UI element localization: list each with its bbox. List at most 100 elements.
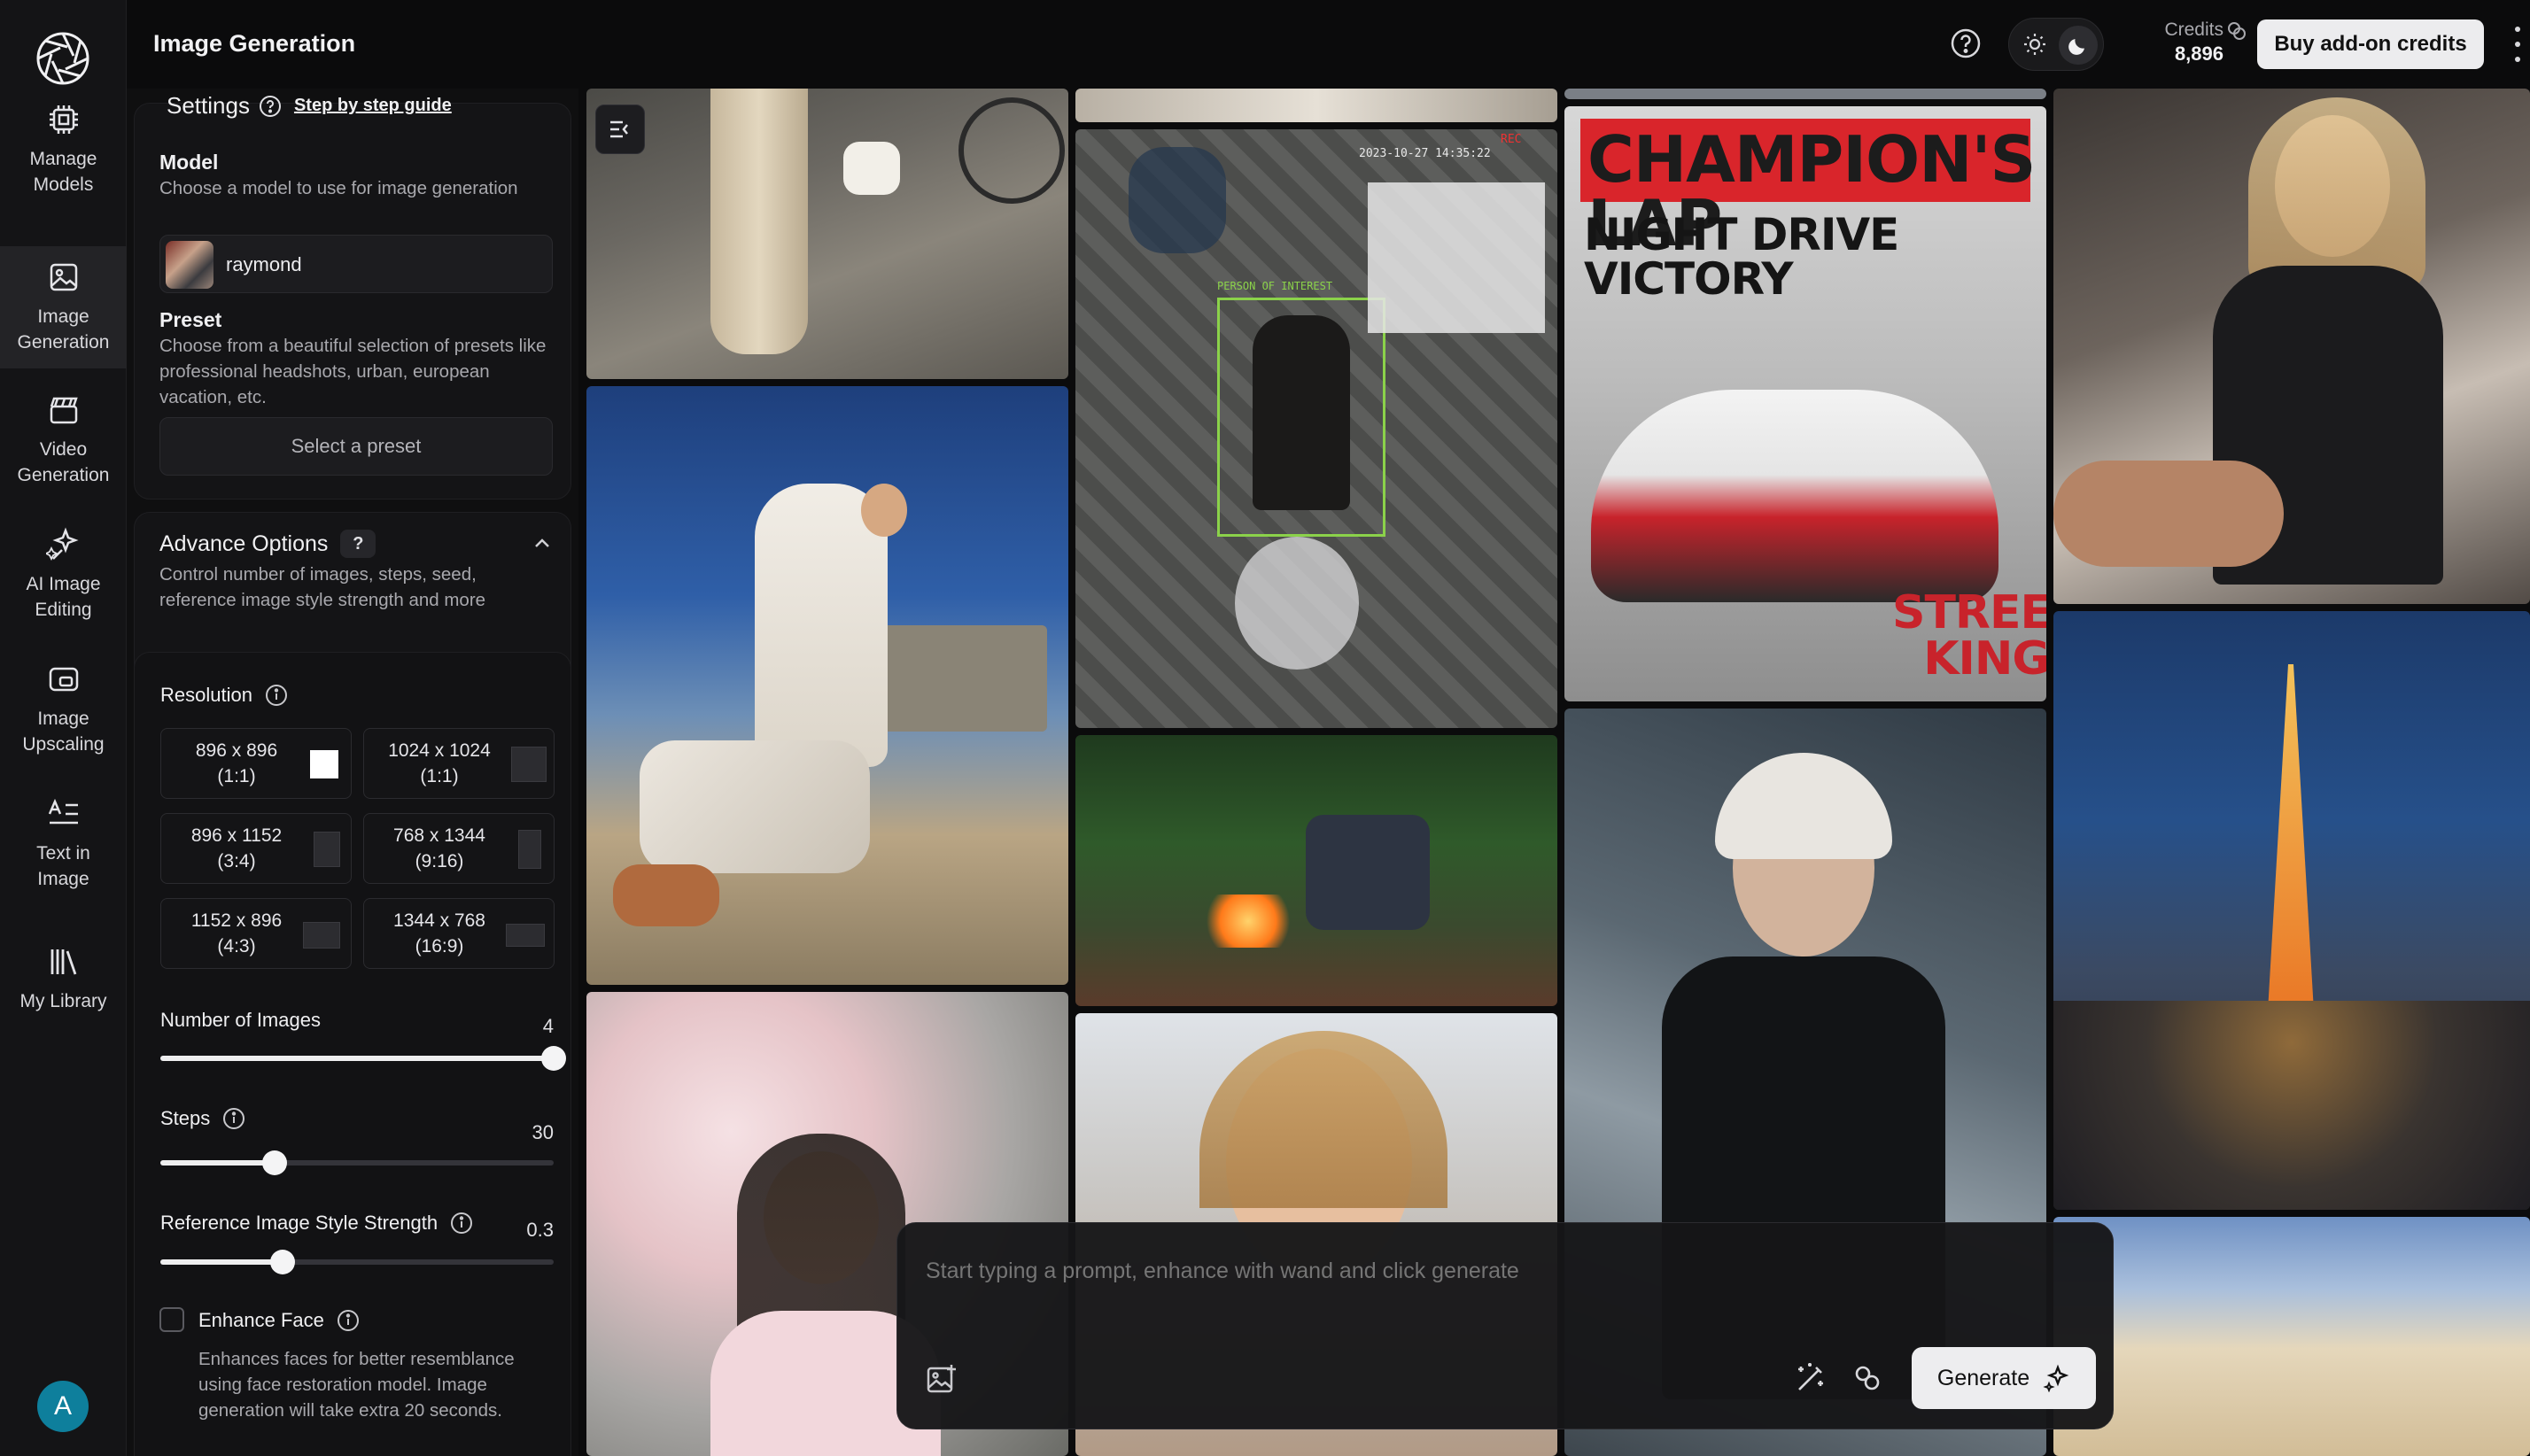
street-walk-photo[interactable]: [586, 89, 1068, 379]
aspect-preview: [314, 832, 340, 867]
resolution-option-896x1152[interactable]: 896 x 1152 (3:4): [160, 813, 352, 884]
resolution-option-label: 1024 x 1024 (1:1): [388, 740, 491, 786]
bench-fashion-photo[interactable]: [586, 386, 1068, 985]
resolution-option-label: 896 x 896 (1:1): [195, 740, 278, 786]
top-header: Image Generation Credits 8,896 Buy add-o…: [127, 0, 2530, 89]
nav-rail: Manage Models Image Generation Video Gen…: [0, 0, 127, 1456]
buy-credits-button[interactable]: Buy add-on credits: [2257, 19, 2484, 69]
sparkle-edit-icon: [45, 527, 79, 561]
magic-wand-icon[interactable]: [1792, 1359, 1829, 1397]
steps-label: Steps: [160, 1107, 211, 1129]
chevron-up-icon[interactable]: [530, 531, 555, 556]
resolution-option-label: 1344 x 768 (16:9): [393, 910, 485, 956]
advanced-options-header[interactable]: Advance Options ?: [159, 530, 376, 558]
select-preset-button[interactable]: Select a preset: [159, 417, 553, 476]
panel-toggle-button[interactable]: [595, 105, 645, 154]
link-icon[interactable]: [1849, 1359, 1886, 1397]
sun-icon[interactable]: [2022, 31, 2048, 58]
theme-toggle[interactable]: [2008, 18, 2104, 71]
desert-photo[interactable]: [2053, 1217, 2530, 1456]
model-thumbnail: [166, 241, 213, 289]
page-title: Image Generation: [153, 30, 356, 57]
sidebar-toggle-icon: [610, 120, 628, 138]
info-icon[interactable]: [265, 684, 288, 707]
enhance-face-checkbox[interactable]: [159, 1307, 184, 1332]
slider-fill: [160, 1259, 283, 1265]
cctv-surveillance-photo[interactable]: PERSON OF INTEREST 2023-10-27 14:35:22 R…: [1075, 129, 1557, 728]
enhance-face-label: Enhance Face: [198, 1309, 324, 1331]
steps-slider[interactable]: [160, 1150, 554, 1175]
moon-toggle[interactable]: [2059, 26, 2098, 65]
aspect-preview: [303, 922, 340, 949]
tokyo-tower-photo[interactable]: [2053, 611, 2530, 1210]
nav-item-image-upscaling[interactable]: Image Upscaling: [0, 648, 127, 771]
nav-item-label: Image Generation: [17, 306, 110, 352]
magazine-subhead: NIGHT DRIVE VICTORY: [1584, 209, 1899, 305]
nav-item-manage-models[interactable]: Manage Models: [0, 89, 127, 211]
nav-item-label: Image Upscaling: [22, 709, 105, 755]
slider-fill: [160, 1056, 554, 1061]
chip-icon: [49, 105, 78, 134]
more-menu-icon[interactable]: [2511, 27, 2524, 62]
nav-item-text-in-image[interactable]: Text in Image: [0, 783, 127, 905]
resolution-option-label: 1152 x 896 (4:3): [190, 910, 283, 956]
campfire-blocks-photo[interactable]: [1075, 735, 1557, 1006]
resolution-title: Resolution: [160, 684, 252, 706]
magazine-cover-photo[interactable]: CHAMPION'S LAP NIGHT DRIVE VICTORY STREE…: [1564, 106, 2046, 701]
num-images-title: Number of Images: [160, 1009, 321, 1032]
info-icon[interactable]: [337, 1309, 360, 1332]
moon-icon: [2068, 39, 2084, 55]
image-icon: [50, 263, 77, 291]
prompt-input[interactable]: [926, 1259, 1989, 1284]
slider-fill: [160, 1160, 275, 1166]
model-select[interactable]: raymond: [159, 235, 553, 293]
slider-handle[interactable]: [261, 1150, 287, 1175]
cctv-overlay-label: PERSON OF INTEREST: [1217, 280, 1333, 292]
resolution-option-label: 896 x 1152 (3:4): [190, 825, 283, 871]
resolution-option-1024x1024[interactable]: 1024 x 1024 (1:1): [363, 728, 555, 799]
info-icon[interactable]: [222, 1107, 245, 1130]
sparkles-icon: [2043, 1364, 2069, 1392]
ref-strength-header: Reference Image Style Strength: [160, 1212, 473, 1235]
credits-value: 8,896: [2174, 43, 2223, 65]
resolution-option-768x1344[interactable]: 768 x 1344 (9:16): [363, 813, 555, 884]
advanced-options-description: Control number of images, steps, seed, r…: [159, 564, 486, 610]
advanced-help-badge[interactable]: ?: [340, 530, 376, 558]
enhance-face-header: Enhance Face: [198, 1309, 360, 1332]
generate-label: Generate: [1936, 1365, 2030, 1390]
help-icon[interactable]: [1949, 27, 1983, 60]
ref-strength-slider[interactable]: [160, 1250, 554, 1274]
preset-description: Choose from a beautiful selection of pre…: [159, 336, 547, 407]
aspect-preview: [511, 747, 547, 782]
nav-item-label: AI Image Editing: [26, 574, 101, 620]
building-strip-photo[interactable]: [1075, 89, 1557, 122]
upscale-icon: [49, 667, 78, 692]
credits-display: Credits 8,896: [2122, 19, 2246, 66]
nav-item-ai-image-editing[interactable]: AI Image Editing: [0, 514, 127, 636]
resolution-option-1152x896[interactable]: 1152 x 896 (4:3): [160, 898, 352, 969]
library-icon: [50, 949, 76, 974]
logo-icon[interactable]: [34, 29, 92, 88]
avatar[interactable]: A: [37, 1381, 89, 1432]
magazine-corner: STREET KINGS: [1892, 586, 2046, 685]
image-upload-icon[interactable]: [924, 1361, 959, 1397]
num-images-slider[interactable]: [160, 1046, 566, 1071]
slider-handle[interactable]: [269, 1250, 295, 1274]
model-description: Choose a model to use for image generati…: [159, 178, 518, 198]
enhance-face-description: Enhances faces for better resemblance us…: [198, 1349, 515, 1421]
nav-item-video-generation[interactable]: Video Generation: [0, 379, 127, 501]
nav-item-label: Video Generation: [17, 439, 110, 485]
follow-me-photo[interactable]: [2053, 89, 2530, 604]
nav-item-my-library[interactable]: My Library: [0, 918, 127, 1040]
nav-item-label: Text in Image: [36, 843, 90, 889]
ref-strength-label: Reference Image Style Strength: [160, 1212, 438, 1234]
cctv-timestamp: 2023-10-27 14:35:22: [1359, 147, 1491, 160]
nav-item-label: Manage Models: [29, 149, 97, 195]
top-strip-photo[interactable]: [1564, 89, 2046, 99]
info-icon[interactable]: [450, 1212, 473, 1235]
generate-button[interactable]: Generate: [1912, 1347, 2096, 1409]
nav-item-image-generation[interactable]: Image Generation: [0, 246, 127, 368]
resolution-option-1344x768[interactable]: 1344 x 768 (16:9): [363, 898, 555, 969]
resolution-option-896x896[interactable]: 896 x 896 (1:1): [160, 728, 352, 799]
slider-handle[interactable]: [541, 1046, 566, 1071]
